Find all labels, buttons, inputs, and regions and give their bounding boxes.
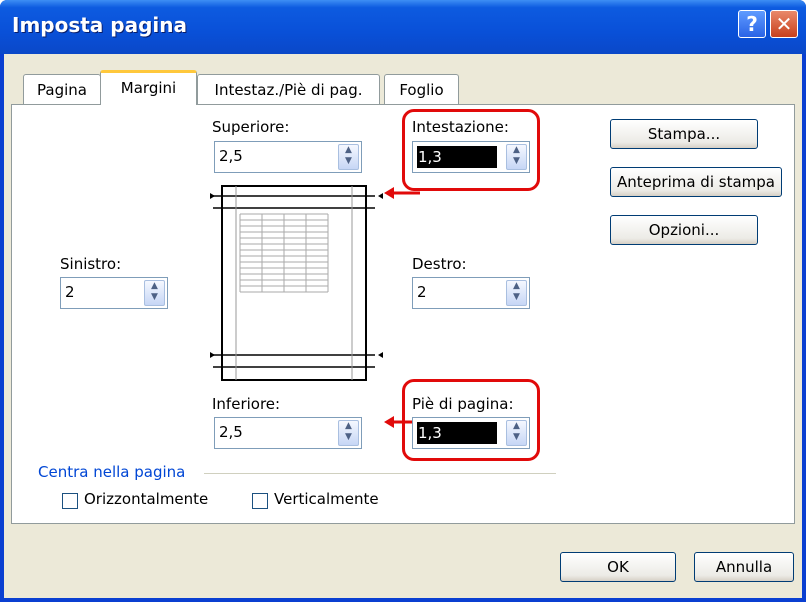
print-button[interactable]: Stampa...	[610, 119, 758, 149]
left-margin-value[interactable]: 2	[65, 283, 75, 301]
print-preview-button[interactable]: Anteprima di stampa	[610, 167, 782, 197]
margins-panel: Superiore: 2,5 ▲ ▼ Intestazione: 1,3 ▲ ▼ S…	[11, 104, 795, 524]
page-preview-icon	[210, 185, 383, 381]
top-margin-value[interactable]: 2,5	[219, 147, 243, 165]
right-margin-value[interactable]: 2	[417, 283, 427, 301]
window-title: Imposta pagina	[12, 13, 187, 37]
center-group-title: Centra nella pagina	[38, 463, 186, 481]
close-button[interactable]: ✕	[770, 10, 798, 38]
options-button[interactable]: Opzioni...	[610, 215, 758, 245]
spin-arrows-icon[interactable]: ▲ ▼	[144, 280, 165, 306]
top-margin-label: Superiore:	[212, 118, 290, 136]
group-divider	[204, 473, 556, 474]
header-highlight	[402, 109, 540, 191]
tab-margini[interactable]: Margini	[100, 70, 197, 105]
tab-pagina[interactable]: Pagina	[23, 74, 101, 104]
cancel-button[interactable]: Annulla	[694, 552, 794, 582]
help-button[interactable]: ?	[738, 10, 766, 38]
left-margin-label: Sinistro:	[60, 255, 122, 273]
right-margin-spinner[interactable]: 2 ▲ ▼	[412, 277, 530, 309]
spin-arrows-icon[interactable]: ▲ ▼	[338, 420, 359, 446]
left-margin-spinner[interactable]: 2 ▲ ▼	[60, 277, 168, 309]
dialog-window: Imposta pagina ? ✕ Pagina Margini Intest…	[0, 0, 806, 602]
footer-highlight	[402, 379, 540, 461]
vertical-checkbox[interactable]	[252, 493, 268, 509]
bottom-margin-value[interactable]: 2,5	[219, 423, 243, 441]
spin-arrows-icon[interactable]: ▲ ▼	[338, 144, 359, 170]
tab-foglio[interactable]: Foglio	[384, 74, 459, 104]
tab-intestazione[interactable]: Intestaz./Piè di pag.	[197, 74, 380, 104]
right-margin-label: Destro:	[412, 255, 467, 273]
dialog-body: Pagina Margini Intestaz./Piè di pag. Fog…	[4, 54, 802, 598]
ok-button[interactable]: OK	[560, 552, 676, 582]
horizontal-label[interactable]: Orizzontalmente	[84, 490, 208, 508]
bottom-margin-spinner[interactable]: 2,5 ▲ ▼	[214, 417, 362, 449]
horizontal-checkbox[interactable]	[62, 493, 78, 509]
vertical-label[interactable]: Verticalmente	[274, 490, 379, 508]
bottom-margin-label: Inferiore:	[212, 395, 281, 413]
title-bar: Imposta pagina ? ✕	[0, 0, 806, 54]
top-margin-spinner[interactable]: 2,5 ▲ ▼	[214, 141, 362, 173]
spin-arrows-icon[interactable]: ▲ ▼	[506, 280, 527, 306]
